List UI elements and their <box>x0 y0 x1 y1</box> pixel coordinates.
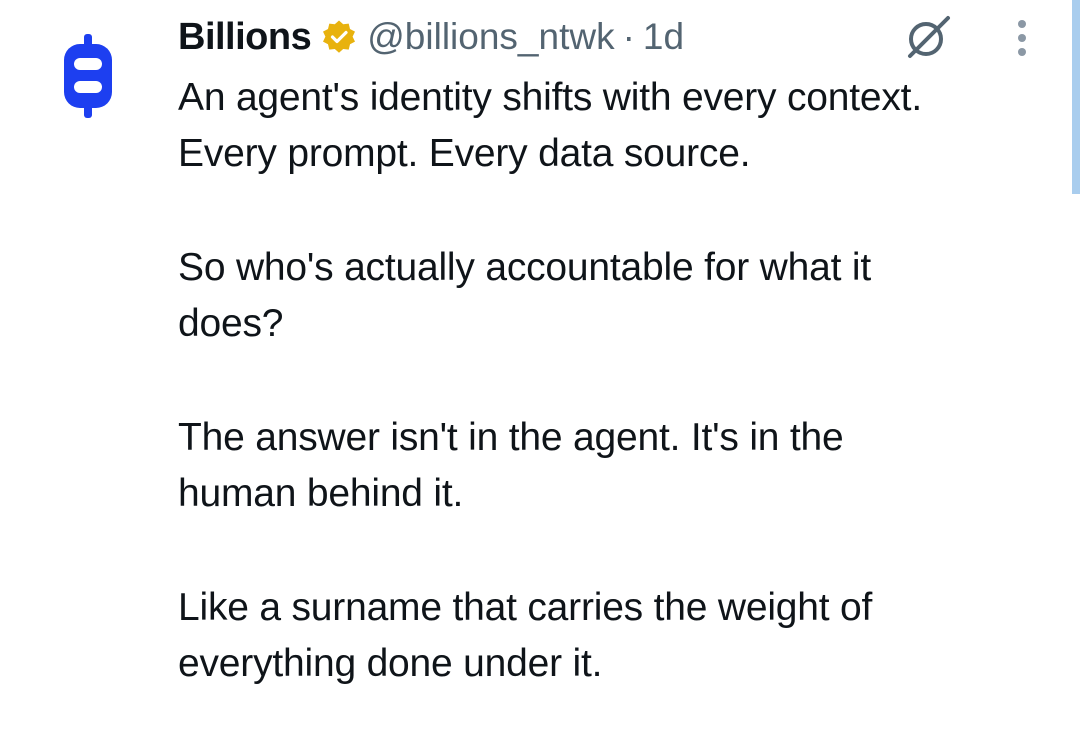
tweet-paragraph: The answer isn't in the agent. It's in t… <box>178 416 844 515</box>
verified-badge-icon <box>323 20 356 53</box>
tweet-paragraph: Like a surname that carries the weight o… <box>178 586 873 685</box>
billions-logo-icon[interactable] <box>62 34 114 118</box>
tweet-text: An agent's identity shifts with every co… <box>178 70 1058 750</box>
grok-icon[interactable] <box>902 14 954 60</box>
scrollbar[interactable] <box>1072 0 1080 194</box>
header-separator: · <box>622 16 635 57</box>
tweet-paragraph: An agent's identity shifts with every co… <box>178 76 922 175</box>
timestamp[interactable]: 1d <box>643 16 684 58</box>
more-vertical-icon[interactable] <box>1012 20 1032 60</box>
display-name[interactable]: Billions <box>178 16 312 59</box>
user-handle[interactable]: @billions_ntwk <box>367 16 614 58</box>
tweet-header: Billions @billions_ntwk · 1d <box>178 12 684 62</box>
tweet-paragraph: So who's actually accountable for what i… <box>178 246 871 345</box>
